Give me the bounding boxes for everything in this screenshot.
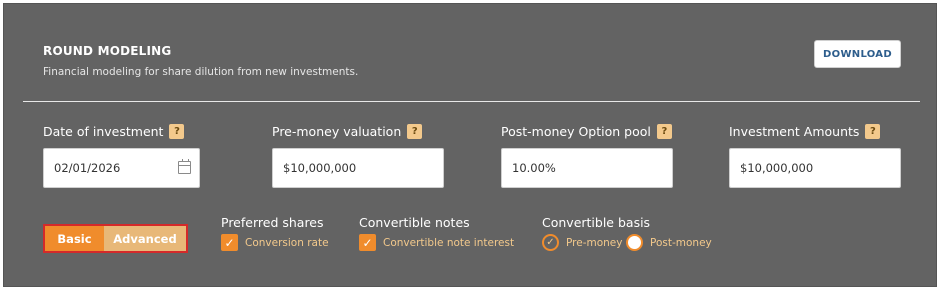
post-money-radio-option[interactable]: Post-money — [626, 234, 712, 251]
divider — [23, 101, 920, 102]
input-value: 02/01/2026 — [54, 161, 121, 175]
option-label: Pre-money — [566, 236, 623, 249]
pre-money-radio-option[interactable]: ✓ Pre-money — [542, 234, 622, 251]
option-label: Post-money — [650, 236, 712, 249]
input-value: $10,000,000 — [740, 161, 814, 175]
check-icon[interactable]: ✓ — [359, 234, 376, 251]
pre-money-valuation-input[interactable]: $10,000,000 — [272, 148, 444, 188]
investment-amounts-input[interactable]: $10,000,000 — [729, 148, 901, 188]
mode-toggle: Basic Advanced — [43, 224, 188, 253]
date-of-investment-input[interactable]: 02/01/2026 — [43, 148, 200, 188]
field-label-text: Post-money Option pool — [501, 124, 651, 139]
radio-checked-icon[interactable]: ✓ — [542, 234, 559, 251]
convertible-basis-title: Convertible basis — [542, 215, 651, 230]
check-icon[interactable]: ✓ — [221, 234, 238, 251]
post-money-option-pool-label: Post-money Option pool ? — [501, 124, 672, 139]
advanced-mode-button[interactable]: Advanced — [104, 226, 186, 251]
conversion-rate-option[interactable]: ✓ Conversion rate — [221, 234, 329, 251]
option-label: Conversion rate — [245, 236, 329, 249]
download-button[interactable]: DOWNLOAD — [814, 40, 901, 68]
input-value: $10,000,000 — [283, 161, 357, 175]
convertible-note-interest-option[interactable]: ✓ Convertible note interest — [359, 234, 514, 251]
help-icon[interactable]: ? — [169, 124, 185, 139]
field-label-text: Investment Amounts — [729, 124, 860, 139]
date-of-investment-label: Date of investment ? — [43, 124, 185, 139]
preferred-shares-title: Preferred shares — [221, 215, 324, 230]
radio-empty-icon[interactable] — [626, 234, 643, 251]
field-label-text: Pre-money valuation — [272, 124, 402, 139]
investment-amounts-label: Investment Amounts ? — [729, 124, 881, 139]
input-value: 10.00% — [512, 161, 556, 175]
field-label-text: Date of investment — [43, 124, 164, 139]
help-icon[interactable]: ? — [656, 124, 672, 139]
help-icon[interactable]: ? — [865, 124, 881, 139]
basic-mode-button[interactable]: Basic — [45, 226, 104, 251]
option-label: Convertible note interest — [383, 236, 515, 249]
round-modeling-panel: ROUND MODELING Financial modeling for sh… — [3, 3, 937, 287]
convertible-notes-title: Convertible notes — [359, 215, 470, 230]
page-subtitle: Financial modeling for share dilution fr… — [43, 66, 359, 78]
page-title: ROUND MODELING — [43, 44, 172, 58]
calendar-icon[interactable] — [178, 159, 191, 174]
help-icon[interactable]: ? — [407, 124, 423, 139]
post-money-option-pool-input[interactable]: 10.00% — [501, 148, 673, 188]
pre-money-valuation-label: Pre-money valuation ? — [272, 124, 423, 139]
